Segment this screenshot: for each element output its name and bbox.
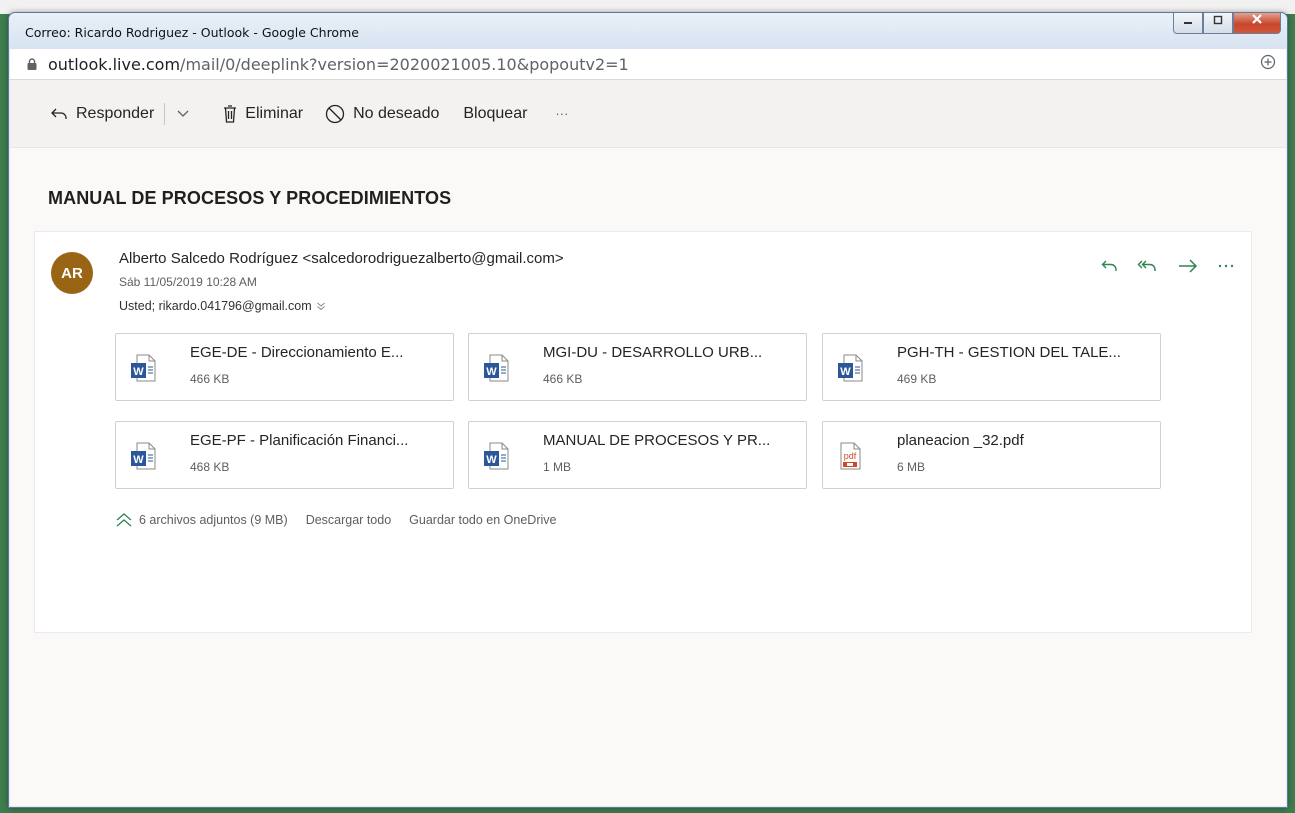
add-circle-icon[interactable] xyxy=(1260,54,1276,70)
avatar[interactable]: AR xyxy=(51,252,93,294)
attachment-card[interactable]: W PGH-TH - GESTION DEL TALE... 469 KB xyxy=(822,333,1161,401)
junk-label: No deseado xyxy=(353,104,440,122)
svg-text:W: W xyxy=(486,454,497,466)
svg-text:W: W xyxy=(486,366,497,378)
attachment-card[interactable]: W EGE-DE - Direccionamiento E... 466 KB xyxy=(115,333,454,401)
attachments-footer: 6 archivos adjuntos (9 MB) Descargar tod… xyxy=(115,513,556,527)
ellipsis-icon xyxy=(1218,264,1234,268)
reply-label: Responder xyxy=(76,104,155,122)
reply-all-icon xyxy=(1137,260,1156,271)
message-subject: MANUAL DE PROCESOS Y PROCEDIMIENTOS xyxy=(48,188,452,208)
trash-icon xyxy=(224,104,237,123)
title-bar[interactable]: Correo: Ricardo Rodriguez - Outlook - Go… xyxy=(9,13,1287,49)
lock-icon xyxy=(27,58,37,70)
save-onedrive-link[interactable]: Guardar todo en OneDrive xyxy=(409,513,556,527)
url-text[interactable]: outlook.live.com/mail/0/deeplink?version… xyxy=(48,55,629,74)
junk-button[interactable]: No deseado xyxy=(317,98,447,130)
svg-text:W: W xyxy=(133,454,144,466)
word-icon: W xyxy=(838,354,863,382)
attachment-name: EGE-DE - Direccionamiento E... xyxy=(190,344,404,361)
message-actions xyxy=(1101,258,1235,274)
attachment-size: 6 MB xyxy=(897,460,926,474)
message-date: Sáb 11/05/2019 10:28 AM xyxy=(119,275,257,289)
expand-chevron-icon[interactable] xyxy=(316,301,326,311)
minimize-button[interactable] xyxy=(1173,13,1203,34)
close-icon xyxy=(1252,14,1262,24)
more-label: ··· xyxy=(555,106,569,121)
attachment-name: EGE-PF - Planificación Financi... xyxy=(190,432,409,449)
attachment-size: 469 KB xyxy=(897,372,937,386)
svg-text:W: W xyxy=(133,366,144,378)
attachment-size: 466 KB xyxy=(190,372,230,386)
attachment-card[interactable]: W MGI-DU - DESARROLLO URB... 466 KB xyxy=(468,333,807,401)
address-bar[interactable]: outlook.live.com/mail/0/deeplink?version… xyxy=(10,49,1286,80)
attachment-card[interactable]: W MANUAL DE PROCESOS Y PR... 1 MB xyxy=(468,421,807,489)
reply-options-dropdown[interactable] xyxy=(167,98,207,130)
forward-arrow-icon xyxy=(1179,259,1198,273)
chrome-popup-window: Correo: Ricardo Rodriguez - Outlook - Go… xyxy=(8,12,1288,808)
attachment-size: 468 KB xyxy=(190,460,230,474)
maximize-button[interactable] xyxy=(1203,13,1233,34)
attachments-count: 6 archivos adjuntos (9 MB) xyxy=(139,513,288,527)
reply-icon xyxy=(51,108,67,119)
delete-label: Eliminar xyxy=(245,104,304,122)
message-toolbar: Responder Eliminar No deseado Bloquear ·… xyxy=(10,80,1286,148)
attachment-name: MGI-DU - DESARROLLO URB... xyxy=(543,344,763,361)
word-icon: W xyxy=(131,442,156,470)
more-actions-button[interactable]: ··· xyxy=(547,98,576,130)
word-icon: W xyxy=(131,354,156,382)
attachment-size: 466 KB xyxy=(543,372,583,386)
sender[interactable]: Alberto Salcedo Rodríguez <salcedorodrig… xyxy=(119,250,564,267)
reply-icon xyxy=(1101,260,1117,271)
attachment-name: MANUAL DE PROCESOS Y PR... xyxy=(543,432,771,449)
url-host: outlook.live.com xyxy=(48,55,181,74)
close-button[interactable] xyxy=(1233,13,1281,34)
avatar-initials: AR xyxy=(61,264,83,282)
collapse-chevron-icon[interactable] xyxy=(115,513,133,527)
word-icon: W xyxy=(484,442,509,470)
download-all-link[interactable]: Descargar todo xyxy=(306,513,391,527)
reply-all-action-button[interactable] xyxy=(1137,258,1159,274)
reply-button[interactable]: Responder xyxy=(42,98,162,130)
attachment-card[interactable]: W EGE-PF - Planificación Financi... 468 … xyxy=(115,421,454,489)
block-circle-icon xyxy=(325,104,345,123)
block-button[interactable]: Bloquear xyxy=(455,98,535,130)
svg-text:pdf: pdf xyxy=(844,451,857,461)
svg-text:W: W xyxy=(840,366,851,378)
recipients[interactable]: Usted; rikardo.041796@gmail.com xyxy=(119,299,326,313)
forward-action-button[interactable] xyxy=(1177,258,1199,274)
url-path: /mail/0/deeplink?version=2020021005.10&p… xyxy=(180,55,629,74)
window-title: Correo: Ricardo Rodriguez - Outlook - Go… xyxy=(25,25,359,40)
attachment-name: PGH-TH - GESTION DEL TALE... xyxy=(897,344,1121,361)
more-options-button[interactable] xyxy=(1217,263,1235,269)
chevron-down-icon xyxy=(177,110,189,117)
block-label: Bloquear xyxy=(463,104,528,122)
window-controls xyxy=(1173,13,1281,35)
pdf-icon: pdf xyxy=(840,442,861,470)
recipients-text: Usted; rikardo.041796@gmail.com xyxy=(119,299,312,313)
word-icon: W xyxy=(484,354,509,382)
delete-button[interactable]: Eliminar xyxy=(215,98,311,130)
toolbar-divider xyxy=(164,102,166,125)
attachment-card[interactable]: pdf planeacion _32.pdf 6 MB xyxy=(822,421,1161,489)
outlook-page: Responder Eliminar No deseado Bloquear ·… xyxy=(10,80,1286,806)
reply-action-button[interactable] xyxy=(1101,258,1119,274)
message-card: AR Alberto Salcedo Rodríguez <salcedorod… xyxy=(34,231,1252,633)
attachment-name: planeacion _32.pdf xyxy=(897,432,1024,449)
attachment-size: 1 MB xyxy=(543,460,572,474)
